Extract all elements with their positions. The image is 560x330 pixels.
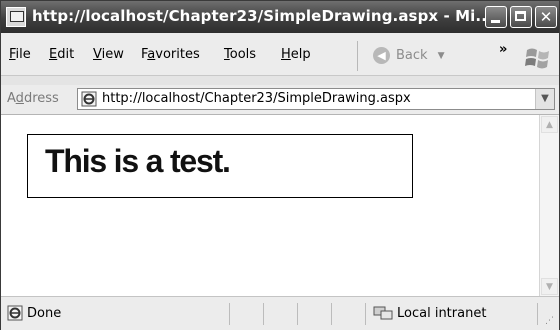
address-label: Address <box>7 91 59 106</box>
status-divider <box>263 303 264 325</box>
status-divider <box>331 303 332 325</box>
status-divider <box>229 303 230 325</box>
maximize-button[interactable] <box>510 6 532 28</box>
window-title: http://localhost/Chapter23/SimpleDrawing… <box>32 7 493 25</box>
intranet-icon <box>373 306 393 320</box>
close-button[interactable]: ✕ <box>535 6 557 28</box>
menu-favorites[interactable]: Favorites <box>141 47 200 62</box>
windows-flag-icon <box>525 48 549 69</box>
browser-window-icon <box>6 7 26 27</box>
status-bar: Done Local intranet ⋰ <box>1 296 559 330</box>
resize-grip-icon[interactable]: ⋰ <box>545 316 557 328</box>
address-bar: Address http://localhost/Chapter23/Simpl… <box>1 85 559 115</box>
title-bar[interactable]: http://localhost/Chapter23/SimpleDrawing… <box>1 1 559 33</box>
status-divider <box>297 303 298 325</box>
close-icon: ✕ <box>539 8 553 26</box>
security-zone: Local intranet <box>397 306 487 321</box>
drawing-image: This is a test. <box>27 134 413 198</box>
vertical-scrollbar[interactable]: ▲ ▼ <box>539 115 559 296</box>
browser-window: http://localhost/Chapter23/SimpleDrawing… <box>0 0 560 330</box>
toolbar-overflow-button[interactable]: » <box>499 42 507 57</box>
back-arrow-icon: ◀ <box>373 47 390 64</box>
menu-view[interactable]: View <box>93 47 124 62</box>
status-text: Done <box>27 306 62 321</box>
toolbar-separator <box>357 41 358 71</box>
menu-edit[interactable]: Edit <box>49 47 74 62</box>
minimize-button[interactable] <box>485 6 507 28</box>
status-divider <box>365 303 366 325</box>
menu-tools[interactable]: Tools <box>224 47 256 62</box>
page-done-icon <box>7 305 23 321</box>
maximize-icon <box>515 11 526 21</box>
status-divider <box>537 303 538 325</box>
address-url: http://localhost/Chapter23/SimpleDrawing… <box>102 91 411 106</box>
menu-help[interactable]: Help <box>281 47 311 62</box>
minimize-icon <box>491 20 500 23</box>
page-icon <box>81 91 97 107</box>
back-label: Back <box>396 48 428 63</box>
drawing-text: This is a test. <box>45 143 231 179</box>
menu-file[interactable]: File <box>9 47 31 62</box>
address-input[interactable]: http://localhost/Chapter23/SimpleDrawing… <box>77 88 555 110</box>
chevron-down-icon: ▼ <box>541 93 549 104</box>
scroll-down-icon[interactable]: ▼ <box>541 278 558 295</box>
back-button[interactable]: ◀ Back ▼ <box>373 47 444 64</box>
address-dropdown-button[interactable]: ▼ <box>535 89 554 109</box>
scroll-up-icon[interactable]: ▲ <box>541 116 558 133</box>
menu-bar: File Edit View Favorites Tools Help <box>1 33 559 76</box>
chevron-down-icon[interactable]: ▼ <box>438 51 445 61</box>
